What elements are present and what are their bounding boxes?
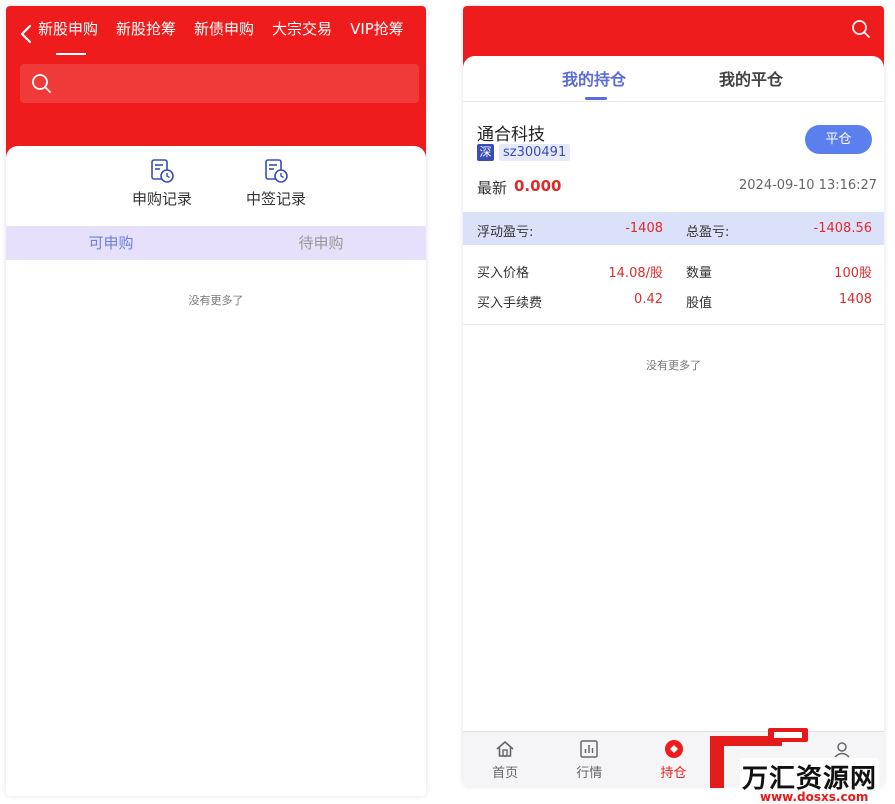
profit-loss-band: 浮动盈亏: -1408 总盈亏: -1408.56 [463, 212, 884, 245]
apply-record-button[interactable]: 申购记录 [117, 158, 207, 214]
tab-closed-positions[interactable]: 我的平仓 [719, 66, 783, 90]
market-value-label: 股值 [686, 296, 713, 311]
win-record-button[interactable]: 中签记录 [231, 158, 321, 214]
content-card: 申购记录 中签记录 可申购 待申购 没有更多了 [6, 146, 426, 796]
divider [463, 324, 884, 325]
nav-market[interactable]: 行情 [547, 732, 631, 786]
tab-new-ipo[interactable]: 新股申购 [38, 18, 98, 40]
latest-price-value: 0.000 [514, 177, 562, 195]
back-arrow-icon[interactable] [16, 22, 36, 46]
nav-home[interactable]: 首页 [463, 732, 547, 786]
ipo-sub-tabs: 可申购 待申购 [6, 226, 426, 260]
position-icon [664, 740, 683, 758]
tab-vip-grab[interactable]: VIP抢筹 [350, 18, 404, 40]
top-tabs: 新股申购 新股抢筹 新债申购 大宗交易 VIP抢筹 [38, 18, 404, 40]
active-tab-indicator [56, 53, 86, 55]
stock-code: sz300491 [499, 144, 571, 161]
nav-position-label: 持仓 [660, 766, 687, 781]
tab-new-bond[interactable]: 新债申购 [194, 18, 254, 40]
position-tabs: 我的持仓 我的平仓 [463, 56, 884, 102]
content-card: 我的持仓 我的平仓 通合科技 深 sz300491 平仓 最新 0.000 20… [463, 56, 884, 786]
quantity-value: 100股 [834, 266, 872, 281]
stock-name: 通合科技 [477, 125, 545, 145]
win-record-label: 中签记录 [245, 190, 306, 208]
tab-pending[interactable]: 待申购 [216, 226, 426, 260]
buy-price-value: 14.08/股 [608, 266, 663, 281]
tab-ipo-grab[interactable]: 新股抢筹 [116, 18, 176, 40]
document-clock-icon [151, 159, 174, 183]
exchange-badge: 深 [477, 144, 494, 161]
watermark-url: www.dosxs.com [760, 790, 869, 804]
positions-screen: 我的持仓 我的平仓 通合科技 深 sz300491 平仓 最新 0.000 20… [463, 6, 884, 786]
close-position-button[interactable]: 平仓 [805, 125, 872, 154]
buy-fee-value: 0.42 [634, 292, 663, 307]
latest-price-label: 最新 [477, 179, 508, 197]
total-pl-label: 总盈亏: [686, 225, 730, 240]
search-icon[interactable] [851, 19, 871, 39]
watermark: 万汇资源网 www.dosxs.com [708, 728, 895, 804]
tab-my-positions[interactable]: 我的持仓 [562, 66, 626, 90]
buy-price-label: 买入价格 [477, 266, 530, 281]
active-tab-indicator [585, 97, 607, 100]
header: 新股申购 新股抢筹 新债申购 大宗交易 VIP抢筹 [6, 6, 426, 166]
total-pl-value: -1408.56 [813, 221, 872, 236]
buy-fee-label: 买入手续费 [477, 296, 543, 311]
nav-position[interactable]: 持仓 [631, 732, 715, 786]
ipo-screen: 新股申购 新股抢筹 新债申购 大宗交易 VIP抢筹 申购记录 中签记录 可申购 … [6, 6, 426, 796]
no-more-text: 没有更多了 [188, 294, 244, 307]
home-icon [496, 741, 514, 757]
document-clock-icon [265, 159, 288, 183]
bar-chart-icon [580, 740, 599, 758]
position-time: 2024-09-10 13:16:27 [739, 178, 878, 193]
apply-record-label: 申购记录 [131, 190, 192, 208]
float-pl-label: 浮动盈亏: [477, 225, 534, 240]
nav-market-label: 行情 [576, 766, 603, 781]
quantity-label: 数量 [686, 266, 713, 281]
search-icon [32, 74, 51, 93]
tab-available[interactable]: 可申购 [6, 226, 216, 260]
search-input[interactable] [20, 64, 419, 103]
float-pl-value: -1408 [625, 221, 663, 236]
no-more-text: 没有更多了 [646, 359, 701, 372]
market-value-value: 1408 [838, 292, 872, 307]
tab-block-trade[interactable]: 大宗交易 [272, 18, 332, 40]
nav-home-label: 首页 [492, 766, 519, 781]
